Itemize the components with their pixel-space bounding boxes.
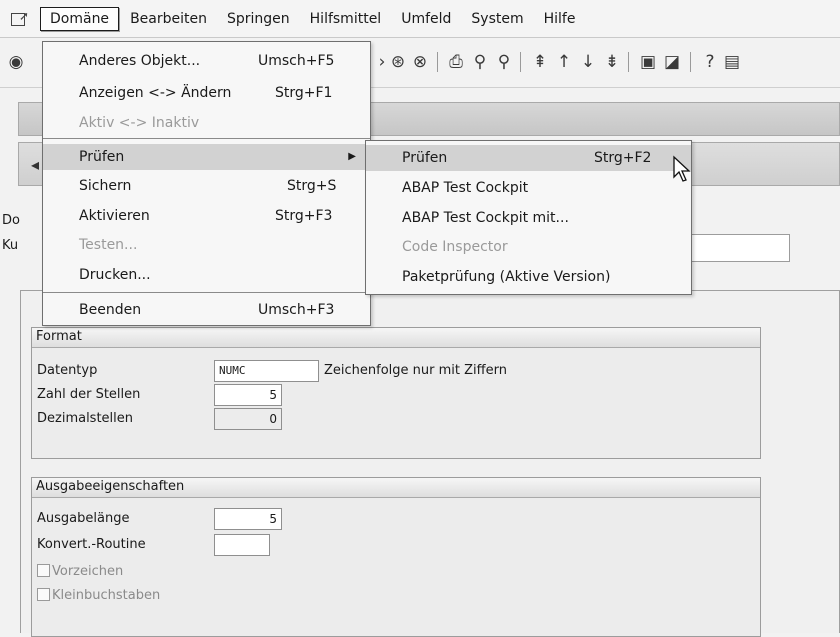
- check-submenu: Prüfen Strg+F2 ABAP Test Cockpit ABAP Tes…: [365, 140, 692, 295]
- print-icon[interactable]: ⎙: [446, 51, 466, 73]
- menu-domaene[interactable]: Domäne: [40, 6, 120, 31]
- datatype-field[interactable]: NUMC: [214, 360, 319, 382]
- sign-label: Vorzeichen: [52, 564, 124, 579]
- menu-item-test[interactable]: Testen...: [43, 232, 370, 258]
- menu-umfeld[interactable]: Umfeld: [392, 8, 460, 30]
- sign-checkbox-row[interactable]: Vorzeichen: [37, 562, 123, 582]
- output-group-title: Ausgabeeigenschaften: [32, 478, 760, 498]
- menu-item-save[interactable]: Sichern Strg+S: [43, 173, 370, 199]
- back-arrow-icon[interactable]: ◂: [31, 155, 39, 174]
- menu-item-check[interactable]: Prüfen ▶: [43, 144, 370, 170]
- exit-icon[interactable]: ⊛: [388, 51, 408, 73]
- menu-hilfe[interactable]: Hilfe: [535, 8, 585, 30]
- conversion-routine-field[interactable]: [214, 534, 270, 556]
- menu-item-display-change[interactable]: Anzeigen <-> Ändern Strg+F1: [43, 80, 370, 106]
- menu-system[interactable]: System: [462, 8, 532, 30]
- decimals-field[interactable]: 0: [214, 408, 282, 430]
- customize-icon[interactable]: ▤: [722, 51, 742, 73]
- menu-item-exit[interactable]: Beenden Umsch+F3: [43, 297, 370, 323]
- first-page-icon[interactable]: ⇞: [530, 51, 550, 73]
- format-group-title: Format: [32, 328, 760, 348]
- find-icon[interactable]: ⚲: [470, 51, 490, 73]
- submenu-item-abap-test-cockpit-with[interactable]: ABAP Test Cockpit mit...: [366, 205, 691, 231]
- save-icon[interactable]: ◉: [6, 51, 26, 73]
- domain-label: Do: [2, 213, 20, 228]
- submenu-item-abap-test-cockpit[interactable]: ABAP Test Cockpit: [366, 175, 691, 201]
- menu-bar: ➚ Domäne Bearbeiten Springen Hilfsmittel…: [0, 0, 840, 38]
- prev-page-icon[interactable]: ↑: [554, 51, 574, 73]
- menu-options-icon[interactable]: ➚: [10, 9, 32, 28]
- datatype-description: Zeichenfolge nur mit Ziffern: [324, 363, 507, 378]
- menu-item-activate[interactable]: Aktivieren Strg+F3: [43, 203, 370, 229]
- length-field[interactable]: 5: [214, 384, 282, 406]
- conversion-routine-label: Konvert.-Routine: [37, 537, 146, 552]
- mouse-cursor-icon: [673, 155, 691, 182]
- menu-item-print[interactable]: Drucken...: [43, 262, 370, 288]
- submenu-item-code-inspector[interactable]: Code Inspector: [366, 234, 691, 260]
- menu-item-other-object[interactable]: Anderes Objekt... Umsch+F5: [43, 48, 370, 74]
- menu-springen[interactable]: Springen: [218, 8, 299, 30]
- output-length-field[interactable]: 5: [214, 508, 282, 530]
- short-description-label: Ku: [2, 238, 19, 253]
- submenu-item-package-check[interactable]: Paketprüfung (Aktive Version): [366, 264, 691, 290]
- domain-menu: Anderes Objekt... Umsch+F5 Anzeigen <-> Ä…: [42, 41, 371, 326]
- output-group: Ausgabeeigenschaften Ausgabelänge 5 Konv…: [31, 477, 761, 637]
- lowercase-label: Kleinbuchstaben: [52, 588, 161, 603]
- menu-hilfsmittel[interactable]: Hilfsmittel: [301, 8, 391, 30]
- help-icon[interactable]: ?: [700, 51, 720, 73]
- tab-content: Format Datentyp NUMC Zeichenfolge nur mi…: [20, 290, 840, 637]
- submenu-arrow-icon: ▶: [348, 151, 356, 162]
- last-page-icon[interactable]: ⇟: [602, 51, 622, 73]
- menu-bearbeiten[interactable]: Bearbeiten: [121, 8, 216, 30]
- length-label: Zahl der Stellen: [37, 387, 141, 402]
- new-session-icon[interactable]: ▣: [638, 51, 658, 73]
- shortcut-icon[interactable]: ◪: [662, 51, 682, 73]
- format-group: Format Datentyp NUMC Zeichenfolge nur mi…: [31, 327, 761, 459]
- next-page-icon[interactable]: ↓: [578, 51, 598, 73]
- sign-checkbox[interactable]: [37, 564, 50, 577]
- submenu-item-check[interactable]: Prüfen Strg+F2: [366, 145, 691, 171]
- output-length-label: Ausgabelänge: [37, 511, 130, 526]
- lowercase-checkbox[interactable]: [37, 588, 50, 601]
- find-next-icon[interactable]: ⚲: [494, 51, 514, 73]
- datatype-label: Datentyp: [37, 363, 98, 378]
- menu-item-active-inactive[interactable]: Aktiv <-> Inaktiv: [43, 110, 370, 136]
- decimals-label: Dezimalstellen: [37, 411, 134, 426]
- cancel-icon[interactable]: ⊗: [410, 51, 430, 73]
- lowercase-checkbox-row[interactable]: Kleinbuchstaben: [37, 586, 160, 606]
